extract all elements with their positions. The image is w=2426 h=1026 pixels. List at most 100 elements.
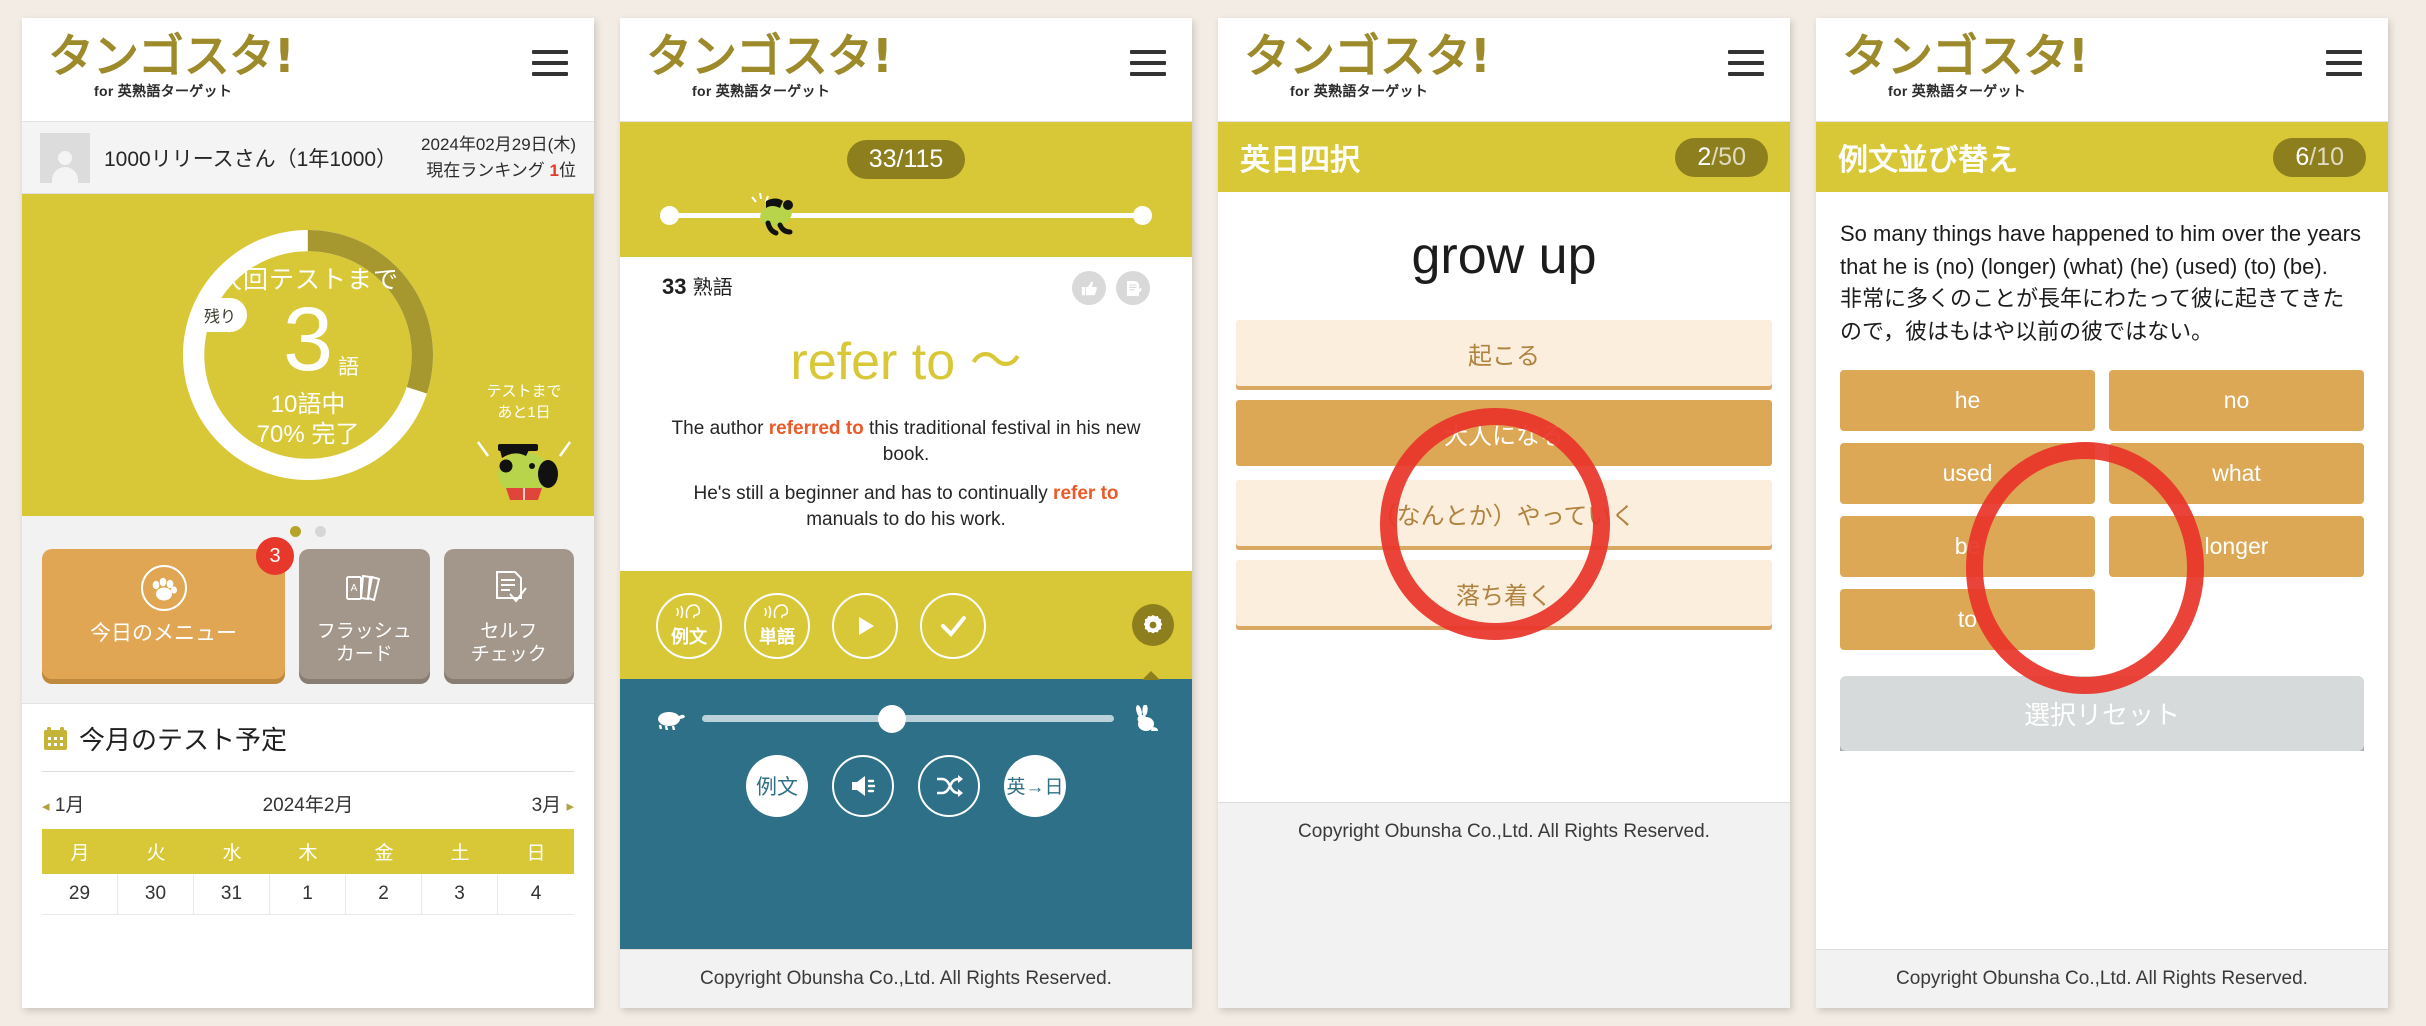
today-menu-badge: 3 xyxy=(256,537,295,575)
word-tile[interactable]: no xyxy=(2109,370,2364,432)
today-menu-button[interactable]: 3 今日のメニュー xyxy=(42,537,295,679)
word-card-header: 33 熟語 xyxy=(662,271,1150,305)
quiz-choice-4[interactable]: 落ち着く xyxy=(1236,560,1772,626)
calendar-icon xyxy=(44,726,67,750)
flashcard-label-l2: カード xyxy=(335,643,393,665)
word-card-actions xyxy=(1072,271,1150,305)
test-schedule-section: 今月のテスト予定 ◂ 1月 2024年2月 3月 ▸ 月 火 水 木 金 土 日… xyxy=(22,703,594,1008)
app-logo[interactable]: タンゴスタ! for 英熟語ターゲット xyxy=(48,32,295,101)
quiz-counter-current: 6 xyxy=(2295,142,2310,171)
listen-example-label: 例文 xyxy=(671,627,707,648)
calendar-next-month[interactable]: 3月 ▸ xyxy=(532,790,574,817)
check-icon xyxy=(941,615,966,637)
example-1-post: this traditional festival in his new boo… xyxy=(863,418,1141,465)
quiz-choice-3[interactable]: （なんとか）やっていく xyxy=(1236,480,1772,546)
calendar-day[interactable]: 1 xyxy=(270,873,346,915)
logo-subtitle: for 英熟語ターゲット xyxy=(1290,83,1429,100)
dog-runner-icon xyxy=(751,192,794,236)
calendar-day[interactable]: 4 xyxy=(498,874,574,915)
speed-slider-knob[interactable] xyxy=(877,704,906,733)
word-tile[interactable]: what xyxy=(2109,443,2364,505)
calendar-day[interactable]: 29 xyxy=(42,873,118,915)
play-icon xyxy=(859,616,874,635)
progress-chip: 33/115 xyxy=(846,140,966,179)
progress-total: 10語中 xyxy=(270,390,346,418)
progress-track-end xyxy=(1133,206,1152,225)
listen-word-button[interactable]: 単語 xyxy=(744,592,810,659)
example-mode-button[interactable]: 例文 xyxy=(746,754,808,817)
calendar-day[interactable]: 31 xyxy=(194,873,270,915)
user-meta: 2024年02月29日(木) 現在ランキング 1位 xyxy=(421,132,576,183)
footer-copyright: Copyright Obunsha Co.,Ltd. All Rights Re… xyxy=(1816,949,2388,1008)
calendar-weekday: 火 xyxy=(118,828,194,874)
panel-sentence-reorder: タンゴスタ! for 英熟語ターゲット 例文並び替え 6/10 So many … xyxy=(1816,18,2388,1008)
done-button[interactable] xyxy=(920,592,986,659)
footer-copyright: Copyright Obunsha Co.,Ltd. All Rights Re… xyxy=(620,949,1192,1008)
flashcard-button[interactable]: A フラッシュ カード xyxy=(299,549,430,679)
thumbs-up-icon[interactable] xyxy=(1072,271,1106,305)
word-tile-grid: he no used what be longer to xyxy=(1816,358,2388,651)
quiz-choice-1[interactable]: 起こる xyxy=(1236,320,1772,386)
screenshot-stage: タンゴスタ! for 英熟語ターゲット 1000リリースさん（1年1000） 2… xyxy=(0,0,2426,1026)
hamburger-menu-icon[interactable] xyxy=(2326,50,2362,76)
word-index: 33 xyxy=(662,274,687,299)
hamburger-menu-icon[interactable] xyxy=(1130,50,1166,76)
calendar-day[interactable]: 30 xyxy=(118,873,194,915)
audio-mode-buttons: 例文 英→日 xyxy=(620,754,1192,817)
mark-list-icon[interactable] xyxy=(1116,271,1150,305)
carousel-dots[interactable] xyxy=(22,516,594,545)
progress-track-wrap[interactable] xyxy=(660,191,1152,237)
app-header: タンゴスタ! for 英熟語ターゲット xyxy=(1218,18,1790,122)
word-tile[interactable]: used xyxy=(1840,443,2095,505)
calendar-day[interactable]: 3 xyxy=(422,873,498,915)
reset-selection-button[interactable]: 選択リセット xyxy=(1840,676,2364,752)
speed-slider-track[interactable] xyxy=(702,704,1114,733)
word-headline: refer to 〜 xyxy=(790,333,1022,391)
carousel-dot-2[interactable] xyxy=(315,526,326,537)
carousel-dot-1[interactable] xyxy=(290,526,301,537)
progress-hero: 残り 次回テストまで 3語 10語中 70% 完了 テストまで あと1日 xyxy=(22,194,594,516)
settings-button[interactable] xyxy=(1132,603,1174,646)
settings-pointer xyxy=(1142,662,1160,680)
calendar-prev-month[interactable]: ◂ 1月 xyxy=(42,790,84,817)
quiz-counter: 6/10 xyxy=(2273,137,2366,177)
paw-icon xyxy=(140,565,187,611)
speed-slider-row[interactable] xyxy=(620,704,1192,755)
hamburger-menu-icon[interactable] xyxy=(532,50,568,76)
test-schedule-header: 今月のテスト予定 xyxy=(42,720,574,757)
quiz-counter-total: /10 xyxy=(2309,142,2344,171)
listen-example-button[interactable]: 例文 xyxy=(656,592,722,659)
panel-quiz: タンゴスタ! for 英熟語ターゲット 英日四択 2/50 grow up 起こ… xyxy=(1218,18,1790,1008)
shuffle-button[interactable] xyxy=(918,754,980,817)
today-menu-label: 今日のメニュー xyxy=(90,622,238,645)
user-name: 1000リリースさん（1年1000） xyxy=(104,147,398,171)
play-button[interactable] xyxy=(832,592,898,659)
sentence-japanese: 非常に多くのことが長年にわたって彼に起きてきたので，彼はもはや以前の彼ではない。 xyxy=(1840,286,2345,344)
calendar-day[interactable]: 2 xyxy=(346,873,422,915)
app-logo[interactable]: タンゴスタ! for 英熟語ターゲット xyxy=(646,32,893,101)
word-tile[interactable]: longer xyxy=(2109,516,2364,578)
dog-mascot-icon xyxy=(476,441,572,500)
quiz-choice-2[interactable]: 大人になる xyxy=(1236,400,1772,466)
word-tile[interactable]: to xyxy=(1840,589,2095,651)
gear-icon xyxy=(1143,614,1163,633)
app-logo[interactable]: タンゴスタ! for 英熟語ターゲット xyxy=(1842,32,2089,101)
direction-mode-button[interactable]: 英→日 xyxy=(1004,754,1066,817)
hamburger-menu-icon[interactable] xyxy=(1728,50,1764,76)
word-tile[interactable]: he xyxy=(1840,370,2095,432)
calendar-weekday: 土 xyxy=(422,828,498,874)
quick-menu-row: 3 今日のメニュー A フラッシュ カード セルフ チェック xyxy=(22,537,594,704)
progress-percent: 70% 完了 xyxy=(256,420,360,448)
quiz-question: grow up xyxy=(1411,227,1597,285)
volume-button[interactable] xyxy=(832,754,894,817)
self-check-label: セルフ チェック xyxy=(471,621,547,667)
progress-ring-content: 次回テストまで 3語 10語中 70% 完了 xyxy=(175,222,441,488)
word-tile[interactable]: be xyxy=(1840,516,2095,578)
shuffle-icon xyxy=(937,774,963,797)
quiz-title: 英日四択 xyxy=(1240,144,1360,177)
self-check-button[interactable]: セルフ チェック xyxy=(443,549,574,679)
app-logo[interactable]: タンゴスタ! for 英熟語ターゲット xyxy=(1244,32,1491,101)
calendar-next-label: 3月 xyxy=(531,794,562,816)
ranking-value: 1 xyxy=(549,160,559,180)
progress-detail: 10語中 70% 完了 xyxy=(257,390,360,450)
